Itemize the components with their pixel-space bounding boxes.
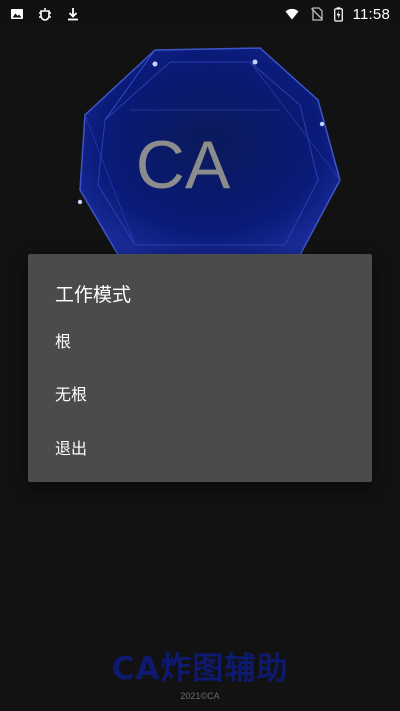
- copyright-text: 2021©CA: [180, 691, 220, 701]
- option-root[interactable]: 根: [28, 315, 372, 365]
- image-icon: [11, 9, 23, 19]
- option-label: 无根: [55, 385, 88, 404]
- status-left-icons: [10, 7, 80, 21]
- app-screen: 11:58 CA 工作模式 根 无根 退出 CA炸图辅助 2021©CA: [0, 0, 400, 711]
- wifi-icon: [285, 8, 299, 20]
- option-label: 退出: [55, 439, 88, 458]
- option-exit[interactable]: 退出: [28, 422, 372, 472]
- dialog-title: 工作模式: [55, 284, 132, 306]
- clock-time: 11:58: [352, 5, 390, 23]
- app-brand-title: CA炸图辅助: [111, 651, 289, 687]
- status-right-icons: 11:58: [284, 6, 390, 23]
- option-rootless[interactable]: 无根: [28, 368, 372, 418]
- download-icon: [68, 8, 78, 21]
- status-bar: 11:58: [0, 0, 400, 28]
- battery-icon: [333, 6, 343, 22]
- bug-icon: [39, 8, 51, 21]
- work-mode-dialog: 工作模式 根 无根 退出: [28, 254, 372, 482]
- option-label: 根: [55, 332, 72, 351]
- no-sim-icon: [310, 7, 323, 21]
